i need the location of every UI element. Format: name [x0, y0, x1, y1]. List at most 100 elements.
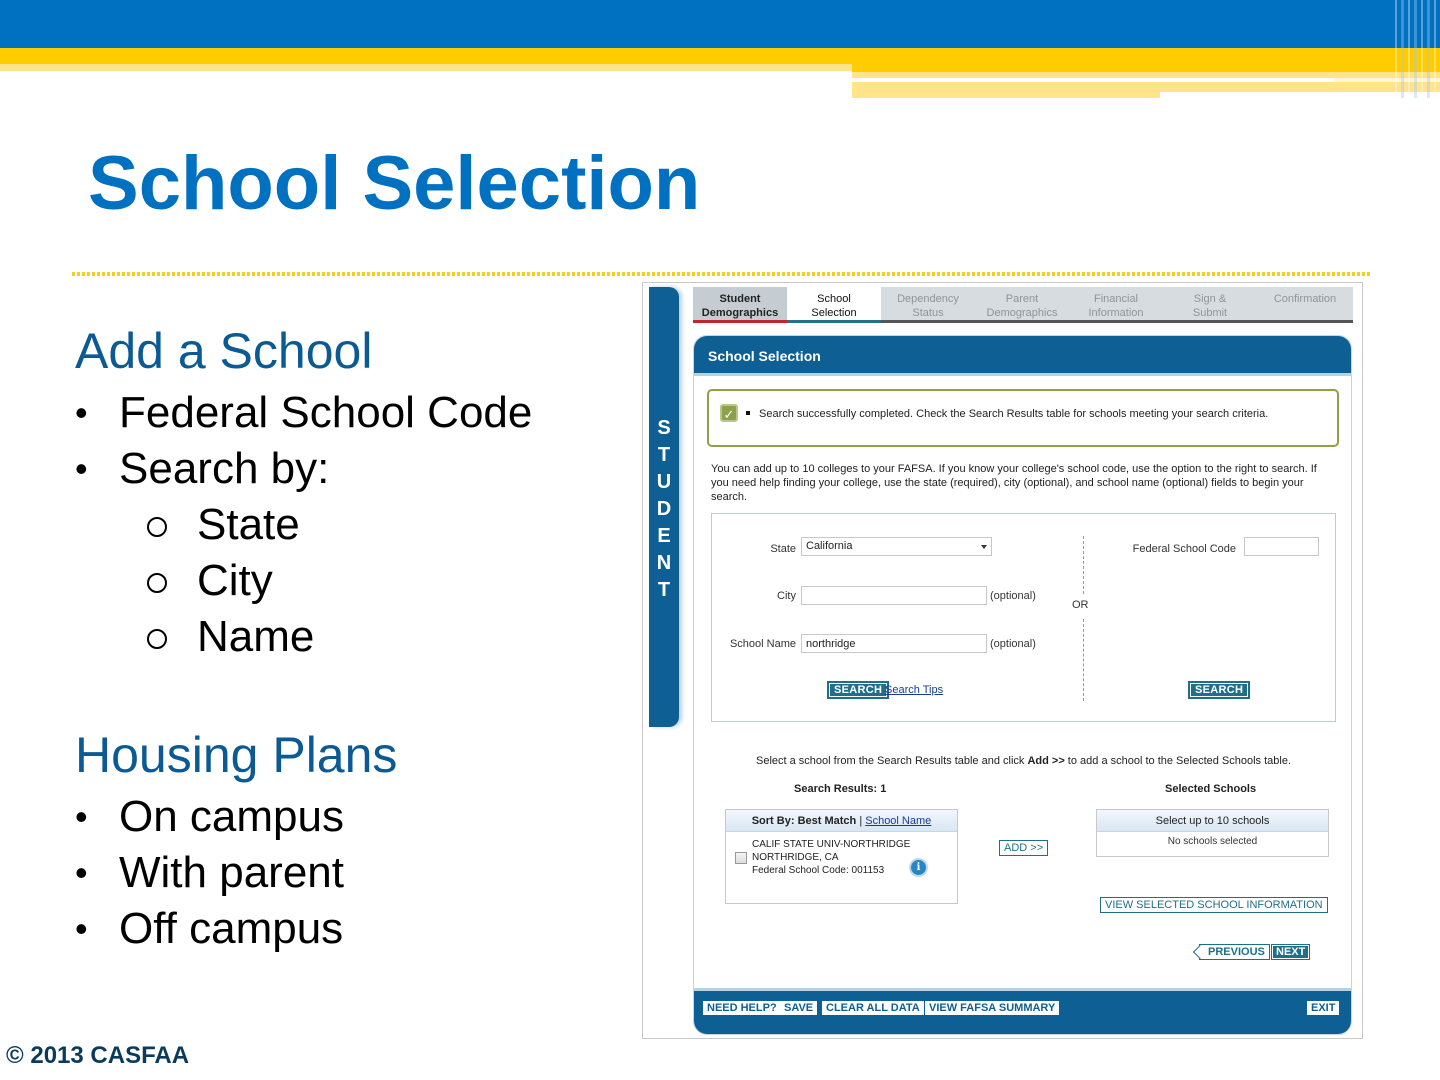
search-tips-link[interactable]: Search Tips — [885, 684, 943, 696]
add-button[interactable]: ADD >> — [999, 840, 1049, 856]
need-help-button[interactable]: NEED HELP? — [703, 1001, 781, 1015]
view-selected-school-info-button[interactable]: VIEW SELECTED SCHOOL INFORMATION — [1100, 897, 1328, 913]
save-button[interactable]: SAVE — [780, 1001, 818, 1015]
bullet-text: Federal School Code — [119, 388, 533, 437]
housing-list: • On campus • With parent • Off campus — [75, 789, 344, 957]
bullet-icon: • — [75, 852, 88, 893]
bullet-item: • Search by: — [75, 441, 532, 497]
school-info: CALIF STATE UNIV-NORTHRIDGE NORTHRIDGE, … — [752, 838, 910, 877]
or-divider — [1083, 536, 1084, 594]
table-row: CALIF STATE UNIV-NORTHRIDGE NORTHRIDGE, … — [726, 832, 957, 904]
bullet-text: City — [197, 556, 273, 605]
hollow-bullet-icon — [147, 629, 167, 649]
footer-bar: NEED HELP? SAVE CLEAR ALL DATA VIEW FAFS… — [694, 988, 1351, 1034]
clear-all-data-button[interactable]: CLEAR ALL DATA — [822, 1001, 924, 1015]
banner-blue-band — [0, 0, 1440, 48]
instruction-text: Select a school from the Search Results … — [694, 755, 1351, 767]
previous-label: PREVIOUS — [1208, 946, 1265, 958]
bullet-item: • On campus — [75, 789, 344, 845]
sort-school-name-link[interactable]: School Name — [865, 815, 931, 827]
step-student-demographics[interactable]: Student Demographics — [693, 287, 787, 323]
sort-best-match: Best Match — [797, 815, 857, 827]
student-side-tab: S T U D E N T — [649, 287, 679, 727]
step-school-selection[interactable]: School Selection — [787, 287, 881, 323]
bullet-icon: • — [75, 392, 88, 433]
step-label: School — [817, 293, 851, 305]
step-label: Selection — [811, 307, 857, 319]
instruction-part: to add a school to the Selected Schools … — [1064, 755, 1292, 767]
selected-header: Select up to 10 schools — [1097, 810, 1328, 832]
hollow-bullet-icon — [147, 517, 167, 537]
city-optional-hint: (optional) — [990, 590, 1036, 602]
bullet-text: Name — [197, 612, 315, 661]
view-fafsa-summary-button[interactable]: VIEW FAFSA SUMMARY — [925, 1001, 1060, 1015]
letter: T — [657, 444, 671, 466]
or-label: OR — [1072, 599, 1089, 611]
school-checkbox[interactable] — [735, 852, 747, 864]
selected-empty-message: No schools selected — [1167, 836, 1258, 847]
bullet-icon: • — [75, 448, 88, 489]
progress-steps: Student Demographics School Selection Depe… — [693, 287, 1353, 323]
step-label: Confirmation — [1273, 293, 1337, 305]
bullet-item: • Off campus — [75, 901, 344, 957]
step-confirmation: Confirmation — [1257, 287, 1353, 320]
title-divider — [72, 272, 1370, 276]
banner-decor — [852, 82, 1440, 92]
banner-decor — [852, 64, 1440, 72]
bullet-text: State — [197, 500, 300, 549]
sort-by-label: Sort By: — [751, 815, 795, 827]
search-form: State California City (optional) School … — [711, 513, 1336, 722]
slide-title: School Selection — [88, 141, 701, 226]
bullet-text: With parent — [119, 848, 344, 897]
next-button[interactable]: NEXT — [1271, 944, 1311, 960]
step-parent-demographics: Parent Demographics — [975, 287, 1069, 320]
instruction-bold: Add >> — [1027, 755, 1065, 767]
state-select[interactable]: California — [801, 537, 992, 556]
step-label: Financial — [1093, 293, 1139, 305]
city-label: City — [777, 590, 796, 602]
search-results-table: Sort By: Best Match | School Name CALIF … — [725, 809, 958, 904]
letter: D — [656, 498, 672, 520]
add-school-list: • Federal School Code • Search by: State C… — [75, 385, 532, 665]
selected-schools-title: Selected Schools — [1165, 783, 1257, 795]
step-label: Submit — [1192, 307, 1228, 319]
fafsa-screenshot: S T U D E N T Student Demographics School… — [642, 282, 1363, 1039]
bullet-text: Search by: — [119, 444, 330, 493]
step-label: Dependency — [897, 293, 959, 305]
copyright: © 2013 CASFAA — [6, 1042, 190, 1069]
school-name: CALIF STATE UNIV-NORTHRIDGE — [752, 839, 911, 850]
info-icon[interactable]: i — [911, 860, 926, 875]
school-location: NORTHRIDGE, CA — [752, 852, 839, 863]
previous-button[interactable]: PREVIOUS — [1199, 944, 1270, 960]
federal-code-label: Federal School Code — [1132, 543, 1236, 555]
letter: N — [656, 552, 672, 574]
selected-schools-table: Select up to 10 schools No schools selec… — [1096, 809, 1329, 857]
banner-decor — [852, 92, 1160, 98]
step-label: Parent — [1005, 293, 1039, 305]
exit-button[interactable]: EXIT — [1307, 1001, 1340, 1015]
step-label: Demographics — [701, 307, 779, 319]
federal-code-input[interactable] — [1244, 537, 1319, 556]
city-input[interactable] — [801, 586, 987, 605]
section-heading-housing: Housing Plans — [75, 727, 398, 783]
bullet-text: On campus — [119, 792, 344, 841]
step-label: Status — [912, 307, 944, 319]
sub-bullet-item: State — [75, 497, 532, 553]
sort-header: Sort By: Best Match | School Name — [726, 810, 957, 832]
letter: S — [657, 417, 671, 439]
search-button[interactable]: SEARCH — [827, 681, 890, 699]
instruction-part: Select a school from the Search Results … — [755, 755, 1028, 767]
step-label: Student — [719, 293, 761, 305]
success-message: Search successfully completed. Check the… — [759, 408, 1269, 420]
success-message-box: ✓ Search successfully completed. Check t… — [707, 389, 1339, 447]
school-code: Federal School Code: 001153 — [752, 865, 885, 876]
school-name-input[interactable] — [801, 634, 987, 653]
banner-decor — [0, 64, 852, 71]
checkmark-icon: ✓ — [720, 404, 738, 422]
federal-code-search-button[interactable]: SEARCH — [1188, 681, 1251, 699]
letter: T — [657, 579, 671, 601]
bullet-icon: • — [75, 796, 88, 837]
hollow-bullet-icon — [147, 573, 167, 593]
bullet-icon — [746, 411, 750, 415]
step-label: Demographics — [986, 307, 1058, 319]
